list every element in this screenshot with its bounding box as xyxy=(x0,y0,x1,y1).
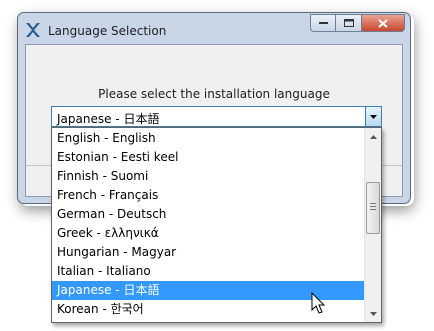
language-option[interactable]: Greek - ελληνικά xyxy=(52,224,364,243)
title-bar[interactable]: Language Selection xyxy=(18,13,410,43)
scroll-up-icon xyxy=(369,134,377,139)
installer-x-icon xyxy=(26,23,40,37)
window-title: Language Selection xyxy=(48,24,167,38)
language-option[interactable]: Estonian - Eesti keel xyxy=(52,148,364,167)
language-option[interactable]: French - Français xyxy=(52,186,364,205)
scroll-thumb[interactable] xyxy=(366,182,380,234)
language-option[interactable]: Hungarian - Magyar xyxy=(52,243,364,262)
language-option[interactable]: German - Deutsch xyxy=(52,205,364,224)
close-icon xyxy=(378,18,388,28)
close-button[interactable] xyxy=(362,14,405,32)
scroll-up-button[interactable] xyxy=(365,128,381,145)
minimize-button[interactable] xyxy=(310,14,336,32)
maximize-icon xyxy=(343,19,354,27)
mouse-pointer-icon xyxy=(311,292,326,314)
language-options: English - English Estonian - Eesti keel Fi… xyxy=(52,129,364,319)
minimize-icon xyxy=(318,22,328,24)
language-combobox[interactable]: Japanese - 日本語 xyxy=(51,106,382,127)
vertical-scrollbar[interactable] xyxy=(364,128,381,322)
selected-language: Japanese - 日本語 xyxy=(57,112,160,126)
scroll-down-button[interactable] xyxy=(365,305,381,322)
language-option[interactable]: Italian - Italiano xyxy=(52,262,364,281)
chevron-down-icon xyxy=(370,114,377,119)
maximize-button[interactable] xyxy=(336,14,362,32)
instruction-text: Please select the installation language xyxy=(98,87,330,101)
language-option[interactable]: English - English xyxy=(52,129,364,148)
scroll-down-icon xyxy=(369,311,377,316)
combobox-dropdown-button[interactable] xyxy=(365,107,381,126)
language-option[interactable]: Finnish - Suomi xyxy=(52,167,364,186)
language-dropdown-list[interactable]: English - English Estonian - Eesti keel Fi… xyxy=(51,127,382,323)
